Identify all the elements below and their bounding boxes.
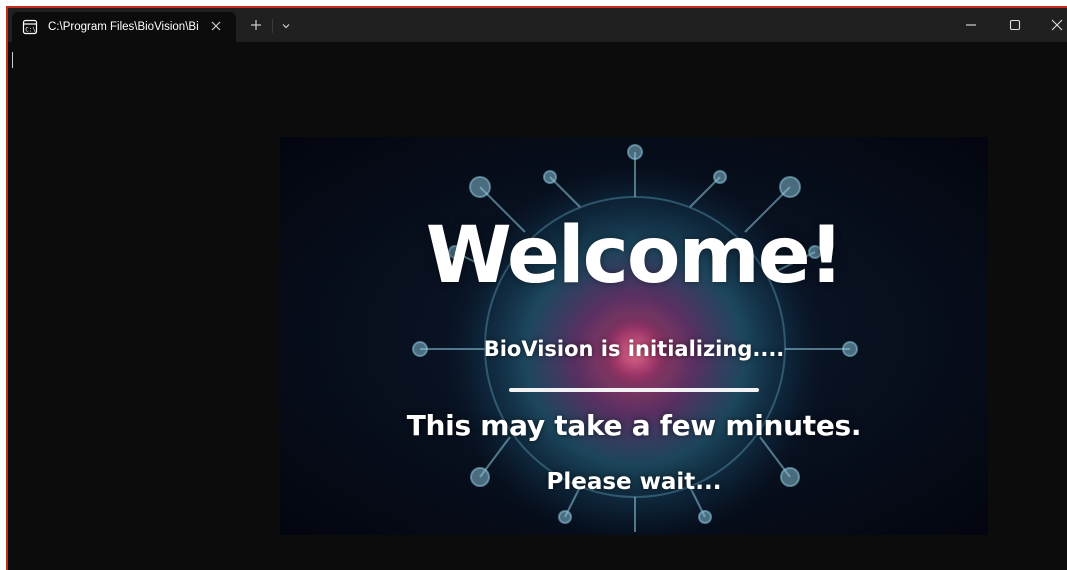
terminal-icon: C:\ bbox=[22, 19, 38, 35]
minimize-icon[interactable] bbox=[962, 16, 980, 34]
maximize-icon[interactable] bbox=[1006, 16, 1024, 34]
text-cursor bbox=[12, 52, 13, 68]
initializing-text: BioVision is initializing.... bbox=[483, 337, 785, 361]
welcome-heading: Welcome! bbox=[425, 211, 844, 301]
tab-title: C:\Program Files\BioVision\Bi bbox=[48, 21, 198, 33]
tab-biovision[interactable]: C:\ C:\Program Files\BioVision\Bi bbox=[12, 12, 236, 42]
title-bar[interactable]: C:\ C:\Program Files\BioVision\Bi bbox=[8, 8, 1067, 42]
close-icon[interactable] bbox=[208, 18, 224, 34]
chevron-down-icon[interactable] bbox=[279, 18, 293, 32]
tab-separator bbox=[272, 19, 273, 33]
svg-text:C:\: C:\ bbox=[25, 27, 36, 34]
splash-image: Welcome! BioVision is initializing.... T… bbox=[280, 137, 988, 535]
notice-text: This may take a few minutes. bbox=[406, 409, 862, 442]
plus-icon[interactable] bbox=[248, 17, 264, 33]
wait-text: Please wait... bbox=[546, 469, 722, 495]
divider-line bbox=[509, 388, 759, 392]
close-icon[interactable] bbox=[1048, 16, 1066, 34]
terminal-window: C:\ C:\Program Files\BioVision\Bi Welcom… bbox=[6, 6, 1067, 570]
